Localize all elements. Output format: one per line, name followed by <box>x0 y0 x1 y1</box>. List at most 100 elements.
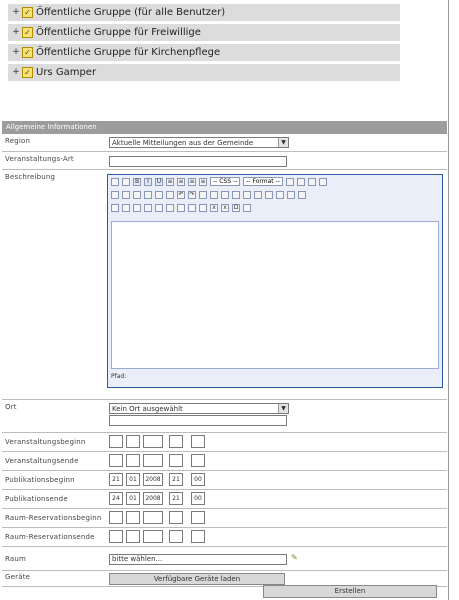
print-icon[interactable] <box>122 177 130 186</box>
fullscreen-icon[interactable] <box>243 203 251 212</box>
new-doc-icon[interactable] <box>111 177 119 186</box>
image-icon[interactable] <box>232 190 240 199</box>
preview-icon[interactable] <box>287 190 295 199</box>
align-center-icon[interactable]: ≡ <box>177 177 185 186</box>
room-end-day[interactable] <box>109 530 123 543</box>
delete-row-icon[interactable] <box>166 203 174 212</box>
row-event-type: Veranstaltungs-Art <box>2 152 447 170</box>
event-start-month[interactable] <box>126 435 140 448</box>
cleanup-icon[interactable] <box>243 190 251 199</box>
room-end-year[interactable] <box>143 530 163 543</box>
table-icon[interactable] <box>276 190 284 199</box>
spellcheck-icon[interactable] <box>298 190 306 199</box>
event-start-day[interactable] <box>109 435 123 448</box>
room-start-day[interactable] <box>109 511 123 524</box>
pub-end-hour[interactable]: 21 <box>169 492 183 505</box>
pub-start-hour[interactable]: 21 <box>169 473 183 486</box>
expand-icon[interactable]: + <box>11 64 21 81</box>
room-end-hour[interactable] <box>169 530 183 543</box>
room-start-year[interactable] <box>143 511 163 524</box>
table-row-icon[interactable] <box>122 203 130 212</box>
italic-icon[interactable]: I <box>144 177 152 186</box>
redo-icon[interactable]: ↷ <box>188 190 196 199</box>
expand-icon[interactable]: + <box>11 4 21 21</box>
find-icon[interactable] <box>111 190 119 199</box>
paste-text-icon[interactable] <box>318 177 327 186</box>
table-col-icon[interactable] <box>133 203 141 212</box>
undo-icon[interactable]: ↶ <box>177 190 185 199</box>
room-end-month[interactable] <box>126 530 140 543</box>
pub-end-year[interactable]: 2008 <box>143 492 163 505</box>
css-select[interactable]: -- CSS -- <box>210 177 241 186</box>
pub-end-minute[interactable]: 00 <box>191 492 205 505</box>
charmap-icon[interactable]: Ω <box>232 203 240 212</box>
bold-icon[interactable]: B <box>133 177 141 186</box>
event-end-month[interactable] <box>126 454 140 467</box>
pub-end-month[interactable]: 01 <box>126 492 140 505</box>
chevron-down-icon[interactable]: ▼ <box>278 138 288 147</box>
group-item[interactable]: + ✓ Öffentliche Gruppe für Kirchenpflege <box>8 44 400 61</box>
event-end-hour[interactable] <box>169 454 183 467</box>
paste-icon[interactable] <box>307 177 316 186</box>
hr-icon[interactable] <box>177 203 185 212</box>
outdent-icon[interactable] <box>155 190 163 199</box>
event-type-input[interactable] <box>109 156 287 167</box>
room-start-minute[interactable] <box>191 511 205 524</box>
checkbox-icon[interactable]: ✓ <box>22 27 33 38</box>
align-left-icon[interactable]: ≡ <box>166 177 174 186</box>
indent-icon[interactable] <box>166 190 174 199</box>
subscript-icon[interactable]: x <box>210 203 218 212</box>
edit-icon[interactable] <box>111 203 119 212</box>
copy-icon[interactable] <box>296 177 305 186</box>
editor-content[interactable] <box>111 221 439 369</box>
underline-icon[interactable]: U <box>155 177 163 186</box>
room-end-minute[interactable] <box>191 530 205 543</box>
chevron-down-icon[interactable]: ▼ <box>278 404 288 413</box>
location-input[interactable] <box>109 415 287 426</box>
event-start-year[interactable] <box>143 435 163 448</box>
superscript-icon[interactable]: x <box>221 203 229 212</box>
event-end-year[interactable] <box>143 454 163 467</box>
checkbox-icon[interactable]: ✓ <box>22 67 33 78</box>
group-item[interactable]: + ✓ Öffentliche Gruppe für Freiwillige <box>8 24 400 41</box>
region-select[interactable]: Aktuelle Mitteilungen aus der Gemeinde ▼ <box>109 137 289 148</box>
help-icon[interactable] <box>254 190 262 199</box>
replace-icon[interactable] <box>122 190 130 199</box>
event-end-day[interactable] <box>109 454 123 467</box>
create-button[interactable]: Erstellen <box>263 585 437 598</box>
pub-end-day[interactable]: 24 <box>109 492 123 505</box>
numbered-list-icon[interactable] <box>144 190 152 199</box>
merge-cells-icon[interactable] <box>144 203 152 212</box>
align-right-icon[interactable]: ≡ <box>188 177 196 186</box>
event-start-hour[interactable] <box>169 435 183 448</box>
event-start-minute[interactable] <box>191 435 205 448</box>
unlink-icon[interactable] <box>210 190 218 199</box>
checkbox-icon[interactable]: ✓ <box>22 7 33 18</box>
room-start-month[interactable] <box>126 511 140 524</box>
visual-aid-icon[interactable] <box>199 203 207 212</box>
remove-format-icon[interactable] <box>188 203 196 212</box>
pub-start-year[interactable]: 2008 <box>143 473 163 486</box>
load-devices-button[interactable]: Verfügbare Geräte laden <box>109 573 285 585</box>
align-justify-icon[interactable]: ≡ <box>199 177 207 186</box>
event-end-minute[interactable] <box>191 454 205 467</box>
pub-start-minute[interactable]: 00 <box>191 473 205 486</box>
link-icon[interactable] <box>199 190 207 199</box>
expand-icon[interactable]: + <box>11 24 21 41</box>
anchor-icon[interactable] <box>221 190 229 199</box>
room-start-hour[interactable] <box>169 511 183 524</box>
checkbox-icon[interactable]: ✓ <box>22 47 33 58</box>
code-icon[interactable] <box>265 190 273 199</box>
format-select[interactable]: -- Format -- <box>243 177 283 186</box>
pub-start-month[interactable]: 01 <box>126 473 140 486</box>
pencil-icon[interactable]: ✎ <box>291 553 300 562</box>
split-cells-icon[interactable] <box>155 203 163 212</box>
group-item[interactable]: + ✓ Öffentliche Gruppe (für alle Benutze… <box>8 4 400 21</box>
group-item[interactable]: + ✓ Urs Gamper <box>8 64 400 81</box>
cut-icon[interactable] <box>285 177 294 186</box>
location-select[interactable]: Kein Ort ausgewählt ▼ <box>109 403 289 414</box>
expand-icon[interactable]: + <box>11 44 21 61</box>
bullet-list-icon[interactable] <box>133 190 141 199</box>
pub-start-day[interactable]: 21 <box>109 473 123 486</box>
room-input[interactable]: bitte wählen... <box>109 554 287 565</box>
